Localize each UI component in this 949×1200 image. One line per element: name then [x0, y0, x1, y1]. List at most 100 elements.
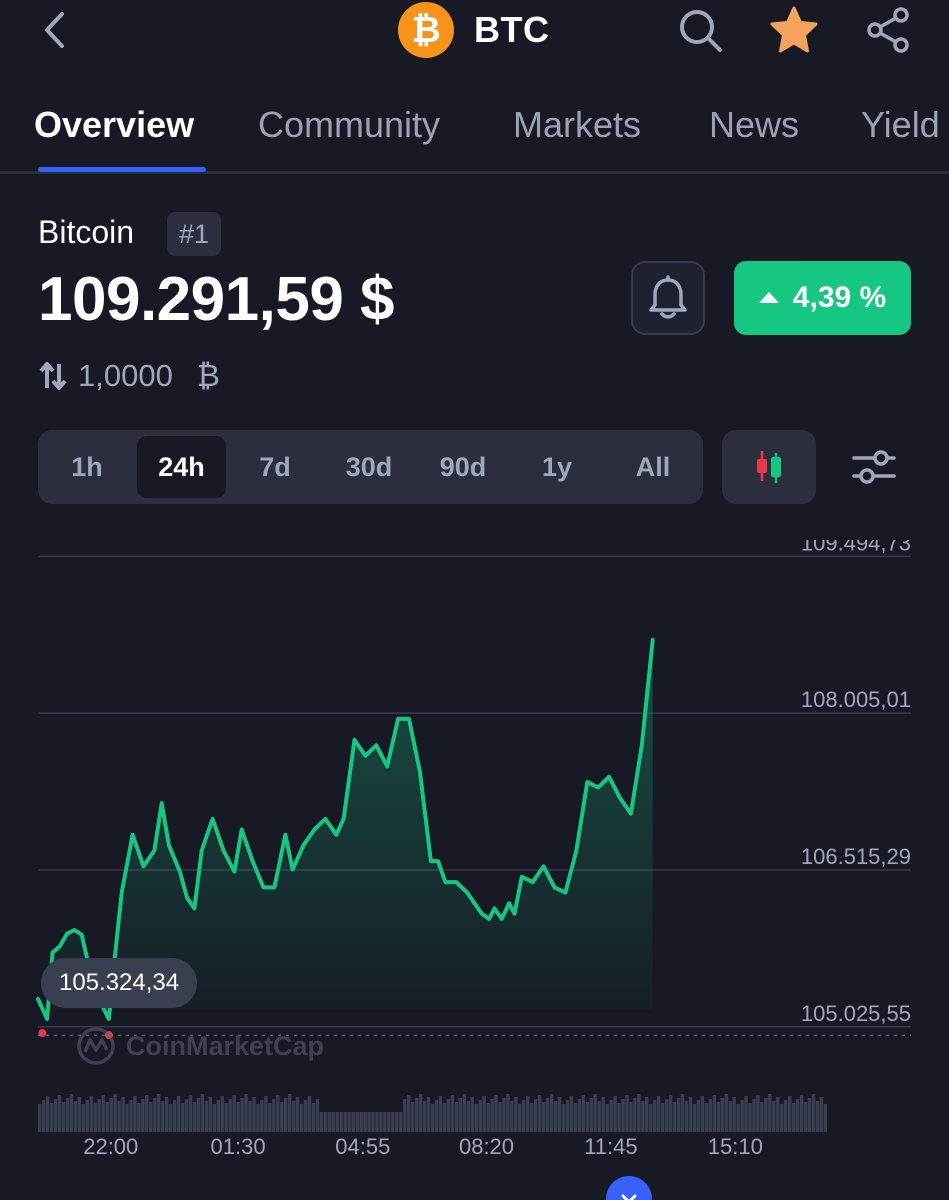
- volume-bar: [494, 1095, 498, 1132]
- volume-bar: [462, 1094, 466, 1132]
- volume-bar: [109, 1098, 113, 1132]
- volume-bar: [244, 1094, 248, 1132]
- volume-bar: [232, 1095, 236, 1132]
- volume-bar: [438, 1096, 443, 1132]
- coinmarketcap-logo-icon: [77, 1027, 115, 1065]
- volume-bar: [196, 1098, 201, 1132]
- volume-bar: [45, 1096, 50, 1132]
- volume-bar: [240, 1098, 244, 1132]
- volume-bar: [807, 1098, 812, 1132]
- volume-bar: [422, 1101, 427, 1132]
- volume-bar: [549, 1094, 554, 1132]
- volume-bar: [411, 1102, 415, 1132]
- volume-bar: [212, 1104, 216, 1132]
- watermark-text: CoinMarketCap: [126, 1030, 325, 1061]
- volume-bar: [716, 1102, 720, 1132]
- volume-bar: [482, 1096, 486, 1132]
- range-1y[interactable]: 1y: [522, 436, 592, 498]
- volume-bar: [502, 1098, 506, 1132]
- watchlist-star-button[interactable]: [768, 4, 820, 56]
- volume-bar: [557, 1097, 562, 1132]
- volume-bar: [407, 1095, 411, 1132]
- volume-bar: [760, 1102, 764, 1132]
- search-button[interactable]: [674, 4, 726, 56]
- volume-bar: [613, 1096, 617, 1132]
- volume-bar: [57, 1095, 62, 1132]
- volume-bar: [153, 1098, 157, 1132]
- bell-icon: [649, 275, 687, 319]
- volume-bar: [351, 1112, 355, 1132]
- volume-bar: [180, 1103, 185, 1132]
- tab-community[interactable]: Community: [258, 104, 440, 146]
- volume-bar: [204, 1101, 209, 1132]
- volume-bar: [518, 1104, 522, 1132]
- tab-yield[interactable]: Yield: [861, 104, 940, 146]
- volume-bar: [661, 1103, 665, 1132]
- volume-bar: [69, 1094, 74, 1132]
- volume-bar: [65, 1098, 70, 1132]
- volume-bar: [803, 1102, 808, 1132]
- coin-title: ₿ BTC: [398, 2, 550, 58]
- price-chart-svg: 109.494,73 108.005,01 106.515,29 105.025,55…: [36, 540, 911, 1159]
- arrow-down-icon: [621, 1194, 637, 1200]
- candlestick-icon: [757, 451, 781, 483]
- coin-name: Bitcoin: [38, 214, 135, 250]
- volume-bar: [355, 1112, 359, 1132]
- x-tick-label: 01:30: [211, 1134, 266, 1159]
- volume-bar: [264, 1096, 268, 1132]
- volume-bar: [490, 1099, 494, 1132]
- volume-bar: [434, 1100, 439, 1132]
- volume-bar: [295, 1097, 300, 1132]
- tab-markets[interactable]: Markets: [513, 104, 641, 146]
- price-chart[interactable]: 109.494,73 108.005,01 106.515,29 105.025,55…: [0, 540, 949, 1200]
- volume-bar: [688, 1097, 693, 1132]
- range-30d[interactable]: 30d: [328, 436, 410, 498]
- volume-bar: [228, 1099, 232, 1132]
- y-tick-label: 109.494,73: [801, 540, 911, 555]
- below-open-marker: [38, 1029, 47, 1038]
- volume-bar: [565, 1100, 570, 1132]
- volume-bar: [720, 1098, 724, 1132]
- volume-bar: [260, 1100, 264, 1132]
- range-7d[interactable]: 7d: [240, 436, 310, 498]
- coin-detail-screen: ₿ BTC Overview Community Markets News Yi…: [0, 0, 949, 1200]
- search-icon: [680, 10, 722, 52]
- volume-bar: [359, 1112, 363, 1132]
- swap-arrows-icon: [39, 362, 67, 390]
- back-button[interactable]: [32, 8, 76, 52]
- volume-bar: [343, 1112, 347, 1132]
- conversion-row[interactable]: 1,0000 ₿: [38, 356, 220, 396]
- time-range-selector: 1h 24h 7d 30d 90d 1y All: [38, 430, 703, 504]
- volume-bar: [680, 1094, 685, 1132]
- volume-bar: [81, 1104, 86, 1132]
- volume-bar: [77, 1097, 82, 1132]
- volume-bar: [252, 1097, 256, 1132]
- volume-bar: [248, 1101, 252, 1132]
- volume-bar: [442, 1103, 447, 1132]
- candlestick-chart-button[interactable]: [722, 430, 816, 504]
- volume-bar: [168, 1104, 173, 1132]
- volume-bar: [510, 1101, 514, 1132]
- range-1h[interactable]: 1h: [52, 436, 122, 498]
- price-alert-button[interactable]: [631, 261, 705, 335]
- range-24h[interactable]: 24h: [137, 436, 226, 498]
- range-90d[interactable]: 90d: [422, 436, 504, 498]
- volume-bar: [165, 1097, 169, 1132]
- volume-bar: [117, 1101, 121, 1132]
- volume-bar: [303, 1100, 308, 1132]
- volume-bar: [724, 1094, 728, 1132]
- volume-bar: [585, 1102, 589, 1132]
- volume-bar: [208, 1097, 212, 1132]
- star-icon: [770, 6, 818, 53]
- volume-bar: [625, 1095, 629, 1132]
- volume-bar: [740, 1100, 744, 1132]
- range-all[interactable]: All: [616, 436, 690, 498]
- tab-overview[interactable]: Overview: [34, 104, 194, 146]
- chart-settings-button[interactable]: [845, 438, 903, 496]
- tab-news[interactable]: News: [709, 104, 799, 146]
- volume-bar: [97, 1099, 101, 1132]
- share-button[interactable]: [862, 4, 914, 56]
- volume-bar: [605, 1104, 609, 1132]
- section-tabs: Overview Community Markets News Yield: [0, 92, 949, 174]
- volume-bar: [653, 1100, 657, 1132]
